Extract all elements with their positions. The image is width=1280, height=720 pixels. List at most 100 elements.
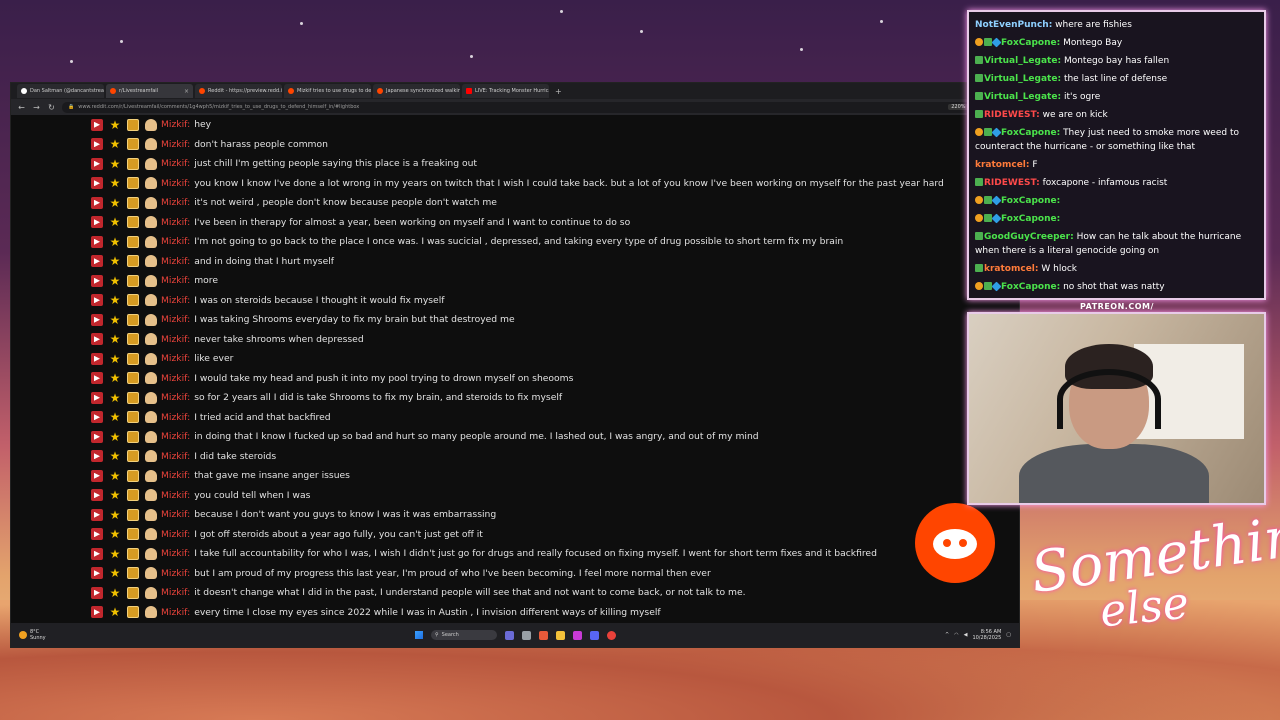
crown-badge-icon [145, 411, 157, 424]
chat-username: Mizkif: [161, 333, 191, 345]
gift-badge-icon [127, 606, 139, 619]
youtube-badge-icon [91, 411, 103, 424]
stream-chat-message: Virtual_Legate: the last line of defense [975, 72, 1258, 86]
star-badge-icon: ★ [109, 156, 121, 171]
crown-badge-icon [145, 586, 157, 599]
tab-label: Mizkif tries to use drugs to def [297, 88, 371, 94]
chat-message: ★ Mizkif: but I am proud of my progress th… [91, 564, 941, 584]
copilot-icon[interactable] [505, 630, 514, 640]
badge-group: ★ [91, 585, 157, 600]
chat-message: ★ Mizkif: you know I know I've done a lot … [91, 174, 944, 194]
close-icon[interactable]: × [184, 88, 189, 95]
patreon-label: PATREON.COM/ [1080, 302, 1154, 311]
youtube-badge-icon [91, 528, 103, 541]
gift-badge-icon [127, 138, 139, 151]
gift-badge-icon [127, 274, 139, 287]
chat-username: Mizkif: [161, 177, 191, 189]
browser-tab[interactable]: Reddit - https://preview.redd.it/× [195, 84, 282, 98]
chat-username: Mizkif: [161, 275, 191, 287]
chevron-up-icon[interactable]: ^ [945, 632, 949, 638]
app-icon[interactable] [573, 630, 582, 640]
clock[interactable]: 8:56 AM 10/28/2025 [972, 629, 1001, 641]
notification-icon[interactable]: ▢ [1006, 632, 1011, 638]
chat-username: Mizkif: [161, 411, 191, 423]
new-tab-icon[interactable]: + [551, 87, 566, 96]
youtube-badge-icon [91, 118, 103, 131]
gift-badge-icon [127, 489, 139, 502]
star-badge-icon: ★ [109, 585, 121, 600]
chat-message: ★ Mizkif: it's not weird , people don't kn… [91, 193, 941, 213]
badge-group: ★ [91, 177, 157, 190]
obs-icon[interactable] [607, 630, 616, 640]
chat-text: like ever [194, 353, 234, 365]
chat-text: that gave me insane anger issues [194, 470, 350, 482]
taskbar-search[interactable]: ⚲ Search [431, 630, 497, 640]
crown-badge-icon [145, 177, 157, 190]
stream-chat-username: GoodGuyCreeper: [984, 232, 1074, 242]
gift-badge-icon [127, 313, 139, 326]
browser-tab[interactable]: Mizkif tries to use drugs to def× [284, 84, 371, 98]
mod-badge-icon [975, 92, 983, 100]
stream-chat-text: we are on kick [1042, 110, 1108, 120]
chat-text: I got off steroids about a year ago full… [194, 528, 483, 540]
chat-username: Mizkif: [161, 138, 191, 150]
chat-message: ★ Mizkif: because I don't want you guys to… [91, 505, 941, 525]
badge-group: ★ [91, 508, 157, 521]
gift-badge-icon [127, 547, 139, 560]
gift-badge-icon [127, 157, 139, 170]
brave-icon[interactable] [539, 630, 548, 640]
mod-badge-icon [975, 232, 983, 240]
chat-text: I would take my head and push it into my… [194, 372, 574, 384]
star-badge-icon: ★ [109, 488, 121, 503]
star-badge-icon: ★ [109, 449, 121, 464]
badge-group: ★ [91, 372, 157, 385]
file-explorer-icon[interactable] [556, 630, 565, 640]
chat-text: never take shrooms when depressed [194, 333, 364, 345]
chat-message: ★ Mizkif: I've been in therapy for almost … [91, 213, 941, 233]
stream-chat-message: kratomcel: W hlock [975, 262, 1258, 276]
reload-icon[interactable]: ↻ [47, 103, 56, 112]
discord-icon[interactable] [590, 630, 599, 640]
stream-chat-message: RIDEWEST: foxcapone - infamous racist [975, 176, 1258, 190]
task-view-icon[interactable] [522, 630, 531, 640]
something-else-logo: Something else [1027, 499, 1280, 640]
back-icon[interactable]: ← [17, 103, 26, 112]
stream-chat-message: FoxCapone: [975, 194, 1258, 208]
browser-tab[interactable]: r/Livestreamfail × [106, 84, 193, 98]
badge-group: ★ [91, 138, 157, 151]
volume-icon[interactable]: ◀ [964, 632, 968, 638]
browser-tab[interactable]: LIVE: Tracking Monster Hurrican× [462, 84, 549, 98]
chat-message: ★ Mizkif: that gave me insane anger issues [91, 466, 941, 486]
mod-badge-icon [975, 56, 983, 64]
chat-message: ★ Mizkif: I was on steroids because I thou… [91, 291, 941, 311]
chat-message: ★ Mizkif: don't harass people common [91, 135, 941, 155]
zoom-indicator[interactable]: 220% [948, 104, 969, 110]
chat-text: I tried acid and that backfired [194, 411, 331, 423]
chat-message: ★ Mizkif: and in doing that I hurt myself [91, 252, 941, 272]
wifi-icon[interactable]: ◠ [954, 632, 958, 638]
browser-tab[interactable]: Japanese synchronized walking× [373, 84, 460, 98]
forward-icon[interactable]: → [32, 103, 41, 112]
chat-message: ★ Mizkif: hey [91, 115, 941, 135]
address-bar[interactable]: 🔒 www.reddit.com/r/Livestreamfail/commen… [62, 101, 983, 113]
stream-chat-message: FoxCapone: Montego Bay [975, 36, 1258, 50]
stream-chat-username: FoxCapone: [1001, 128, 1061, 138]
taskbar: 8°C Sunny ⚲ Search ^ ◠ ◀ 8:56 AM 10/28/2… [11, 623, 1019, 647]
weather-widget[interactable]: 8°C Sunny [19, 629, 46, 641]
gift-badge-icon [127, 235, 139, 248]
chat-text: just chill I'm getting people saying thi… [194, 158, 478, 170]
youtube-badge-icon [91, 235, 103, 248]
chat-username: Mizkif: [161, 392, 191, 404]
crown-badge-icon [145, 489, 157, 502]
sub-badge-icon [975, 214, 983, 222]
chat-message: ★ Mizkif: you could tell when I was [91, 486, 941, 506]
browser-tab[interactable]: Dan Saltman (@dancantstream)× [17, 84, 104, 98]
windows-start-icon[interactable] [415, 631, 423, 639]
vip-badge-icon [991, 281, 1002, 292]
stream-chat-text: W hlock [1041, 264, 1077, 274]
star-badge-icon: ★ [109, 468, 121, 483]
gift-badge-icon [127, 469, 139, 482]
gift-badge-icon [127, 586, 139, 599]
chat-text: I was on steroids because I thought it w… [194, 294, 445, 306]
stream-chat-message: FoxCapone: [975, 212, 1258, 226]
